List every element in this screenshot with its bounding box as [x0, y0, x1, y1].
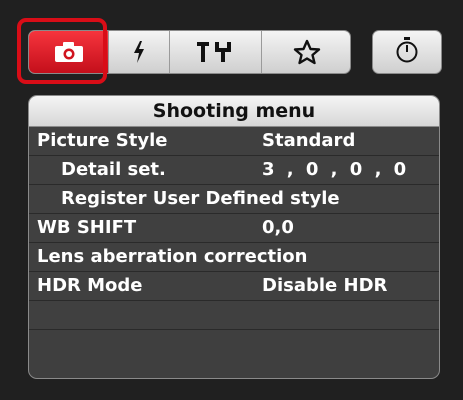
star-icon — [293, 39, 321, 65]
row-label: Detail set. — [61, 159, 166, 180]
tab-tools[interactable] — [170, 31, 262, 73]
row-label: WB SHIFT — [37, 217, 137, 238]
shooting-menu-panel: Shooting menu Picture Style Standard Det… — [0, 0, 463, 400]
menu-row-empty — [29, 301, 439, 330]
timer-icon — [395, 36, 419, 68]
row-label: Register User Defined style — [61, 188, 340, 209]
tab-flash[interactable] — [109, 31, 170, 73]
row-label: HDR Mode — [37, 275, 143, 296]
menu-tab-bar — [0, 0, 463, 92]
row-label: Picture Style — [37, 130, 168, 151]
menu-row-hdr-mode[interactable]: HDR Mode Disable HDR — [29, 272, 439, 301]
menu-row-lens-aberration[interactable]: Lens aberration correction — [29, 243, 439, 272]
menu-row-register-user-style[interactable]: Register User Defined style — [29, 185, 439, 214]
row-value: 0,0 — [262, 217, 294, 238]
tab-shooting[interactable] — [29, 31, 109, 73]
row-value: 3 , 0 , 0 , 0 — [262, 159, 410, 180]
flash-icon — [132, 40, 146, 64]
tab-group — [28, 30, 351, 74]
menu-row-detail-set[interactable]: Detail set. 3 , 0 , 0 , 0 — [29, 156, 439, 185]
row-value: Standard — [262, 130, 356, 151]
tools-icon — [195, 40, 237, 64]
menu-title: Shooting menu — [29, 96, 439, 127]
tab-my-menu[interactable] — [262, 31, 350, 73]
row-label: Lens aberration correction — [37, 246, 308, 267]
shooting-menu: Shooting menu Picture Style Standard Det… — [28, 95, 440, 379]
camera-icon — [54, 41, 84, 63]
menu-row-picture-style[interactable]: Picture Style Standard — [29, 127, 439, 156]
row-value: Disable HDR — [262, 275, 388, 296]
tab-timer[interactable] — [372, 30, 442, 74]
menu-row-wb-shift[interactable]: WB SHIFT 0,0 — [29, 214, 439, 243]
